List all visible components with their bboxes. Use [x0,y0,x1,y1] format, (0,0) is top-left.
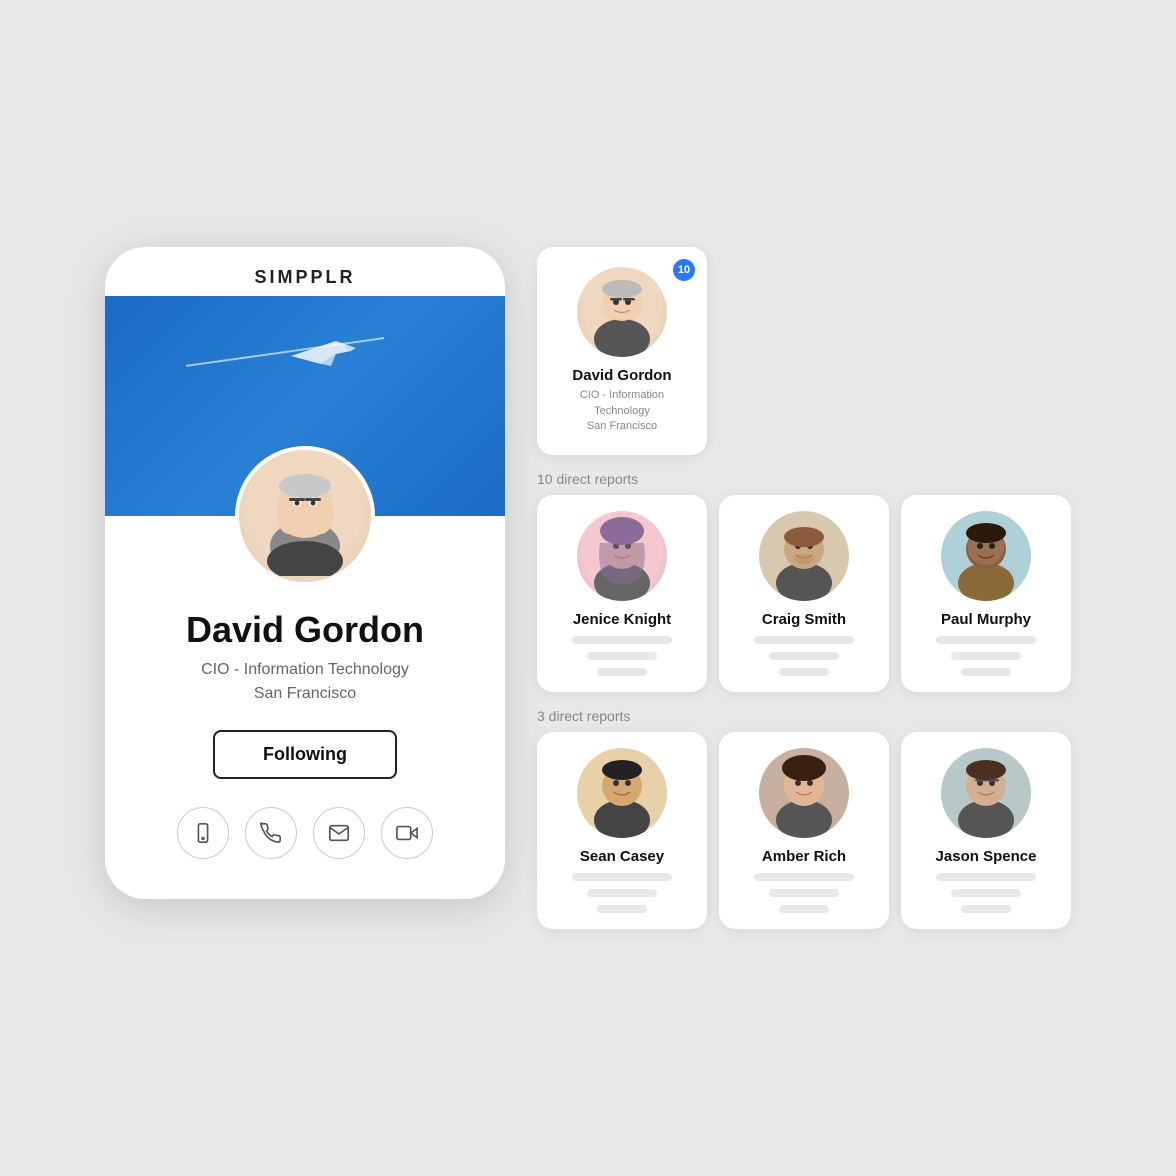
action-icons-row [137,807,473,859]
david-card-name: David Gordon [572,367,671,384]
app-logo: SIMPPLR [254,267,355,288]
reports-row-2: Sean Casey Amber Ri [537,732,1071,929]
craig-avatar [759,511,849,601]
paul-placeholder-3 [961,668,1011,676]
craig-placeholder-2 [769,652,839,660]
sean-placeholder-3 [597,905,647,913]
jason-placeholder-3 [961,905,1011,913]
reports-row-1: Jenice Knight [537,495,1071,692]
amber-card[interactable]: Amber Rich [719,732,889,929]
notification-badge: 10 [673,259,695,281]
sean-name: Sean Casey [580,848,664,865]
jason-card[interactable]: Jason Spence [901,732,1071,929]
profile-avatar [235,446,375,586]
jenice-placeholder-3 [597,668,647,676]
mobile-icon-button[interactable] [177,807,229,859]
jason-avatar [941,748,1031,838]
jason-placeholder-1 [936,873,1036,881]
email-icon-button[interactable] [313,807,365,859]
video-icon-button[interactable] [381,807,433,859]
sean-card[interactable]: Sean Casey [537,732,707,929]
sean-avatar [577,748,667,838]
paul-avatar [941,511,1031,601]
amber-placeholder-3 [779,905,829,913]
following-button[interactable]: Following [213,730,397,779]
paul-placeholder-2 [951,652,1021,660]
paul-name: Paul Murphy [941,611,1031,628]
jenice-card[interactable]: Jenice Knight [537,495,707,692]
amber-placeholder-1 [754,873,854,881]
david-card[interactable]: 10 David Gordon CIO - Information Techno… [537,247,707,454]
craig-placeholder-3 [779,668,829,676]
craig-name: Craig Smith [762,611,846,628]
sean-placeholder-2 [587,889,657,897]
main-container: SIMPPLR [65,207,1111,968]
direct-reports-label-1: 10 direct reports [537,471,1071,487]
jenice-name: Jenice Knight [573,611,671,628]
craig-placeholder-1 [754,636,854,644]
amber-placeholder-2 [769,889,839,897]
amber-name: Amber Rich [762,848,846,865]
jason-name: Jason Spence [936,848,1037,865]
phone-mockup: SIMPPLR [105,247,505,899]
phone-header: SIMPPLR [105,247,505,296]
craig-card[interactable]: Craig Smith [719,495,889,692]
amber-avatar [759,748,849,838]
jenice-avatar [577,511,667,601]
david-card-avatar [577,267,667,357]
paul-card[interactable]: Paul Murphy [901,495,1071,692]
direct-reports-label-2: 3 direct reports [537,708,1071,724]
profile-avatar-container [105,446,505,586]
david-card-subtitle: CIO - Information Technology San Francis… [557,388,687,434]
profile-name: David Gordon [137,610,473,650]
right-panel: 10 David Gordon CIO - Information Techno… [537,247,1071,928]
sean-placeholder-1 [572,873,672,881]
jenice-placeholder-2 [587,652,657,660]
phone-content: David Gordon CIO - Information Technolog… [105,586,505,899]
jason-placeholder-2 [951,889,1021,897]
profile-title: CIO - Information Technology San Francis… [137,658,473,706]
paul-placeholder-1 [936,636,1036,644]
jenice-placeholder-1 [572,636,672,644]
phone-icon-button[interactable] [245,807,297,859]
plane-icon [281,336,361,376]
